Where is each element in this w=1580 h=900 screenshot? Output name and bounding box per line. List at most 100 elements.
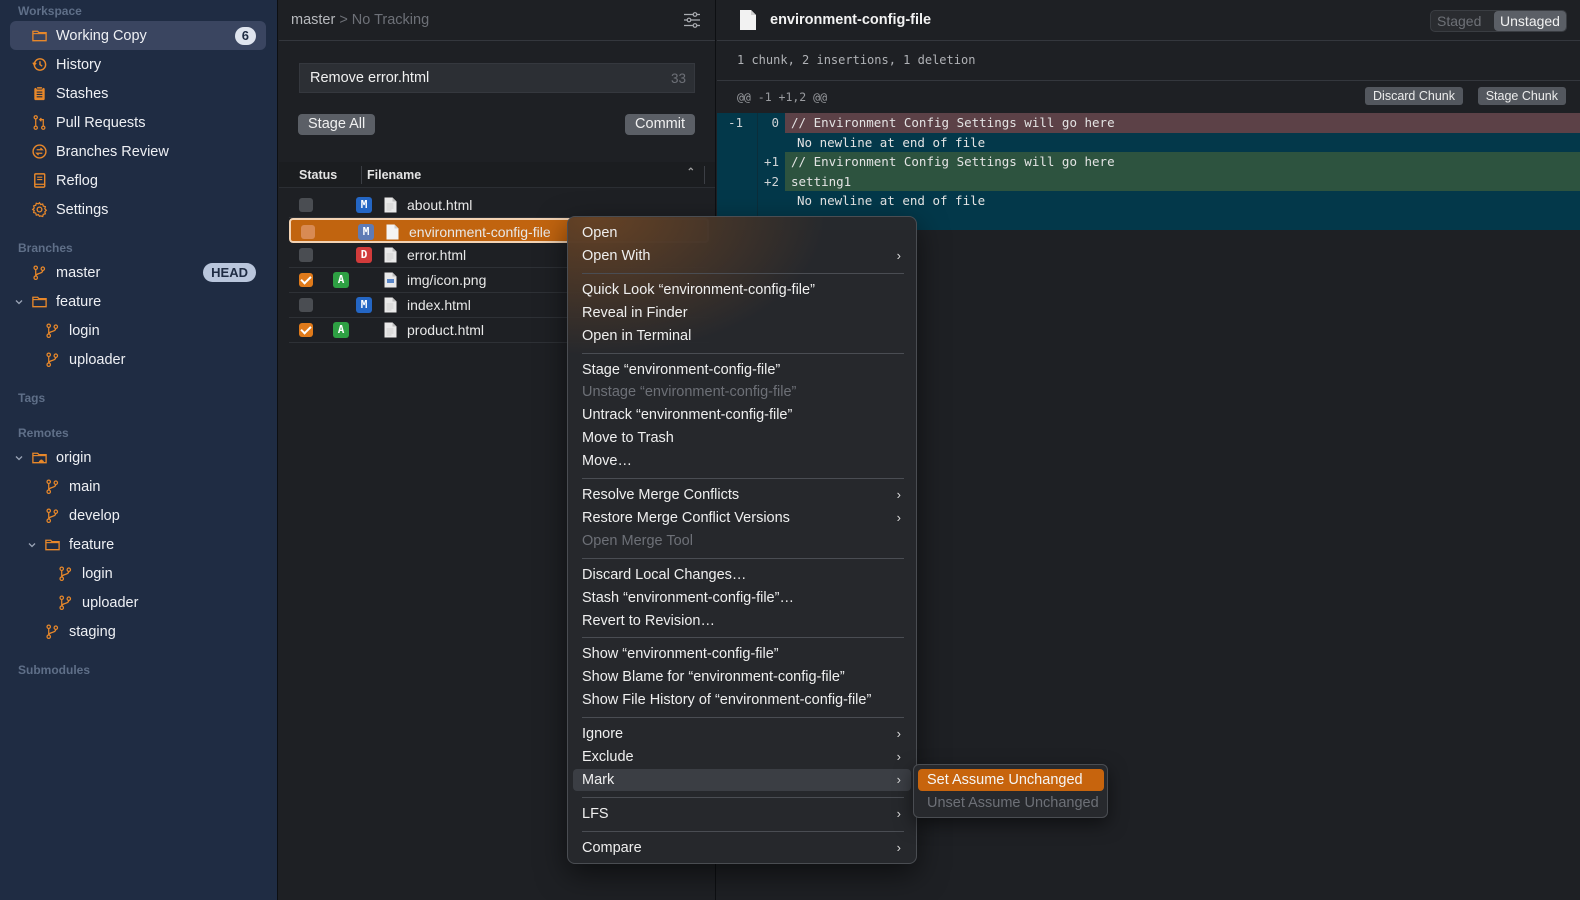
remote-branch-feature-login[interactable]: login <box>56 559 113 588</box>
menu-item-ignore[interactable]: Ignore › <box>573 723 911 745</box>
menu-item-exclude[interactable]: Exclude › <box>573 746 911 768</box>
remote-branch-develop[interactable]: develop <box>43 501 120 530</box>
branch-feature-uploader[interactable]: uploader <box>43 345 125 374</box>
document-icon <box>740 10 756 30</box>
sidebar-item-settings[interactable]: Settings <box>30 195 108 224</box>
menu-item-stash-file[interactable]: Stash “environment-config-file”… <box>573 587 911 609</box>
menu-item-open-with[interactable]: Open With › <box>573 245 911 267</box>
file-row[interactable]: Mabout.html <box>289 193 709 218</box>
menu-item-show-file-history-of-file[interactable]: Show File History of “environment-config… <box>573 689 911 711</box>
stage-checkbox[interactable] <box>299 323 313 337</box>
app-window: Workspace Working Copy 6 History Stashes… <box>0 0 1580 900</box>
branch-feature-login[interactable]: login <box>43 316 100 345</box>
chevron-right-icon: › <box>896 749 901 764</box>
menu-item-label: Restore Merge Conflict Versions <box>582 509 790 526</box>
chevron-down-icon[interactable] <box>27 540 37 550</box>
filter-settings-icon[interactable] <box>683 11 701 29</box>
sidebar-item-history[interactable]: History <box>30 50 101 79</box>
column-filename[interactable]: Filename <box>367 168 421 182</box>
chevron-right-icon: › <box>896 805 901 821</box>
sidebar-item-branches-review[interactable]: Branches Review <box>30 137 169 166</box>
diff-line-context[interactable]: No newline at end of file <box>717 191 1580 211</box>
menu-item-revert-to-revision[interactable]: Revert to Revision… <box>573 610 911 632</box>
column-divider <box>704 166 705 184</box>
remote-branch-staging[interactable]: staging <box>43 617 116 646</box>
branch-label: main <box>69 478 101 495</box>
branch-label: staging <box>69 623 116 640</box>
sidebar-item-label: Working Copy <box>56 27 147 44</box>
menu-separator <box>582 796 904 798</box>
diff-line-deletion[interactable]: -1 0 // Environment Config Settings will g… <box>717 113 1580 133</box>
menu-item-label: Open <box>582 225 618 241</box>
stage-checkbox[interactable] <box>301 225 315 239</box>
diff-line-insertion[interactable]: +2 setting1 <box>717 171 1580 191</box>
status-badge-modified: M <box>356 297 372 313</box>
menu-item-move[interactable]: Move… <box>573 450 911 472</box>
column-status[interactable]: Status <box>299 168 337 182</box>
file-name: img/icon.png <box>407 272 487 288</box>
chevron-down-icon[interactable] <box>14 297 24 307</box>
submenu-item-set-assume-unchanged[interactable]: Set Assume Unchanged <box>918 769 1104 791</box>
menu-item-label: Show File History of “environment-config… <box>582 692 872 709</box>
stage-checkbox[interactable] <box>299 248 313 262</box>
diff-line-text: // Environment Config Settings will go h… <box>791 115 1115 130</box>
remote-folder-feature[interactable]: feature <box>43 530 114 559</box>
diff-line-text: setting1 <box>791 173 852 189</box>
stage-checkbox[interactable] <box>299 273 313 287</box>
sidebar-item-pull-requests[interactable]: Pull Requests <box>30 108 145 137</box>
menu-item-reveal-in-finder[interactable]: Reveal in Finder <box>573 302 911 324</box>
toggle-staged[interactable]: Staged <box>1437 13 1481 29</box>
section-tags[interactable]: Tags <box>18 391 45 405</box>
breadcrumb-branch[interactable]: master <box>291 12 335 28</box>
menu-item-show-blame-for-file[interactable]: Show Blame for “environment-config-file” <box>573 666 911 688</box>
sidebar-item-label: Pull Requests <box>56 114 146 131</box>
menu-item-open-merge-tool: Open Merge Tool <box>573 530 911 552</box>
branch-folder-feature[interactable]: feature <box>30 287 101 316</box>
chevron-down-icon[interactable] <box>14 453 24 463</box>
diff-line-text: No newline at end of file <box>797 134 986 150</box>
diff-line-context[interactable]: No newline at end of file <box>717 132 1580 152</box>
stage-checkbox[interactable] <box>299 298 313 312</box>
menu-item-compare[interactable]: Compare › <box>573 837 911 859</box>
stage-checkbox[interactable] <box>299 198 313 212</box>
sidebar-item-reflog[interactable]: Reflog <box>30 166 98 195</box>
menu-item-stage-file[interactable]: Stage “environment-config-file” <box>573 359 911 381</box>
toggle-unstaged[interactable]: Unstaged <box>1494 11 1566 31</box>
menu-item-resolve-merge-conflicts[interactable]: Resolve Merge Conflicts › <box>573 484 911 506</box>
diff-line-insertion[interactable]: +1 // Environment Config Settings will go… <box>717 152 1580 172</box>
stage-all-button[interactable]: Stage All <box>298 114 376 135</box>
branch-icon <box>43 623 61 641</box>
menu-item-lfs[interactable]: LFS › <box>573 803 911 825</box>
sidebar-item-stashes[interactable]: Stashes <box>30 79 108 108</box>
menu-item-open-in-terminal[interactable]: Open in Terminal <box>573 325 911 347</box>
menu-item-untrack-file[interactable]: Untrack “environment-config-file” <box>573 404 911 426</box>
menu-item-label: Mark <box>582 771 615 788</box>
remote-branch-main[interactable]: main <box>43 472 100 501</box>
menu-item-open[interactable]: Open <box>573 222 911 244</box>
remote-origin[interactable]: origin <box>30 443 91 472</box>
breadcrumb-tracking: No Tracking <box>351 12 430 28</box>
diff-line-text: // Environment Config Settings will go h… <box>791 154 1115 169</box>
image-file-icon <box>384 272 397 288</box>
menu-item-label: Stash “environment-config-file”… <box>582 589 794 606</box>
sort-ascending-icon[interactable]: ⌃ <box>687 167 695 178</box>
menu-item-show-file[interactable]: Show “environment-config-file” <box>573 643 911 665</box>
mark-submenu: Set Assume Unchanged Unset Assume Unchang… <box>913 764 1108 818</box>
status-badge-added: A <box>333 272 349 288</box>
branch-master[interactable]: master HEAD <box>30 258 266 287</box>
hunk-range: @@ -1 +1,2 @@ <box>737 90 828 104</box>
remote-branch-feature-uploader[interactable]: uploader <box>56 588 138 617</box>
commit-message-input[interactable]: Remove error.html 33 <box>299 63 695 93</box>
menu-item-unstage-file: Unstage “environment-config-file” <box>573 381 911 403</box>
menu-item-move-to-trash[interactable]: Move to Trash <box>573 427 911 449</box>
menu-item-restore-merge-conflict-versions[interactable]: Restore Merge Conflict Versions › <box>573 507 911 529</box>
discard-chunk-button[interactable]: Discard Chunk <box>1365 87 1463 105</box>
section-submodules[interactable]: Submodules <box>18 663 90 677</box>
sidebar-item-working-copy[interactable]: Working Copy 6 <box>10 21 266 50</box>
stage-chunk-button[interactable]: Stage Chunk <box>1477 87 1566 105</box>
commit-button[interactable]: Commit <box>625 114 695 135</box>
menu-item-label: Resolve Merge Conflicts <box>582 487 740 503</box>
menu-item-discard-local-changes[interactable]: Discard Local Changes… <box>573 564 911 586</box>
menu-item-mark[interactable]: Mark › <box>573 768 911 791</box>
menu-item-quick-look-file[interactable]: Quick Look “environment-config-file” <box>573 279 911 301</box>
